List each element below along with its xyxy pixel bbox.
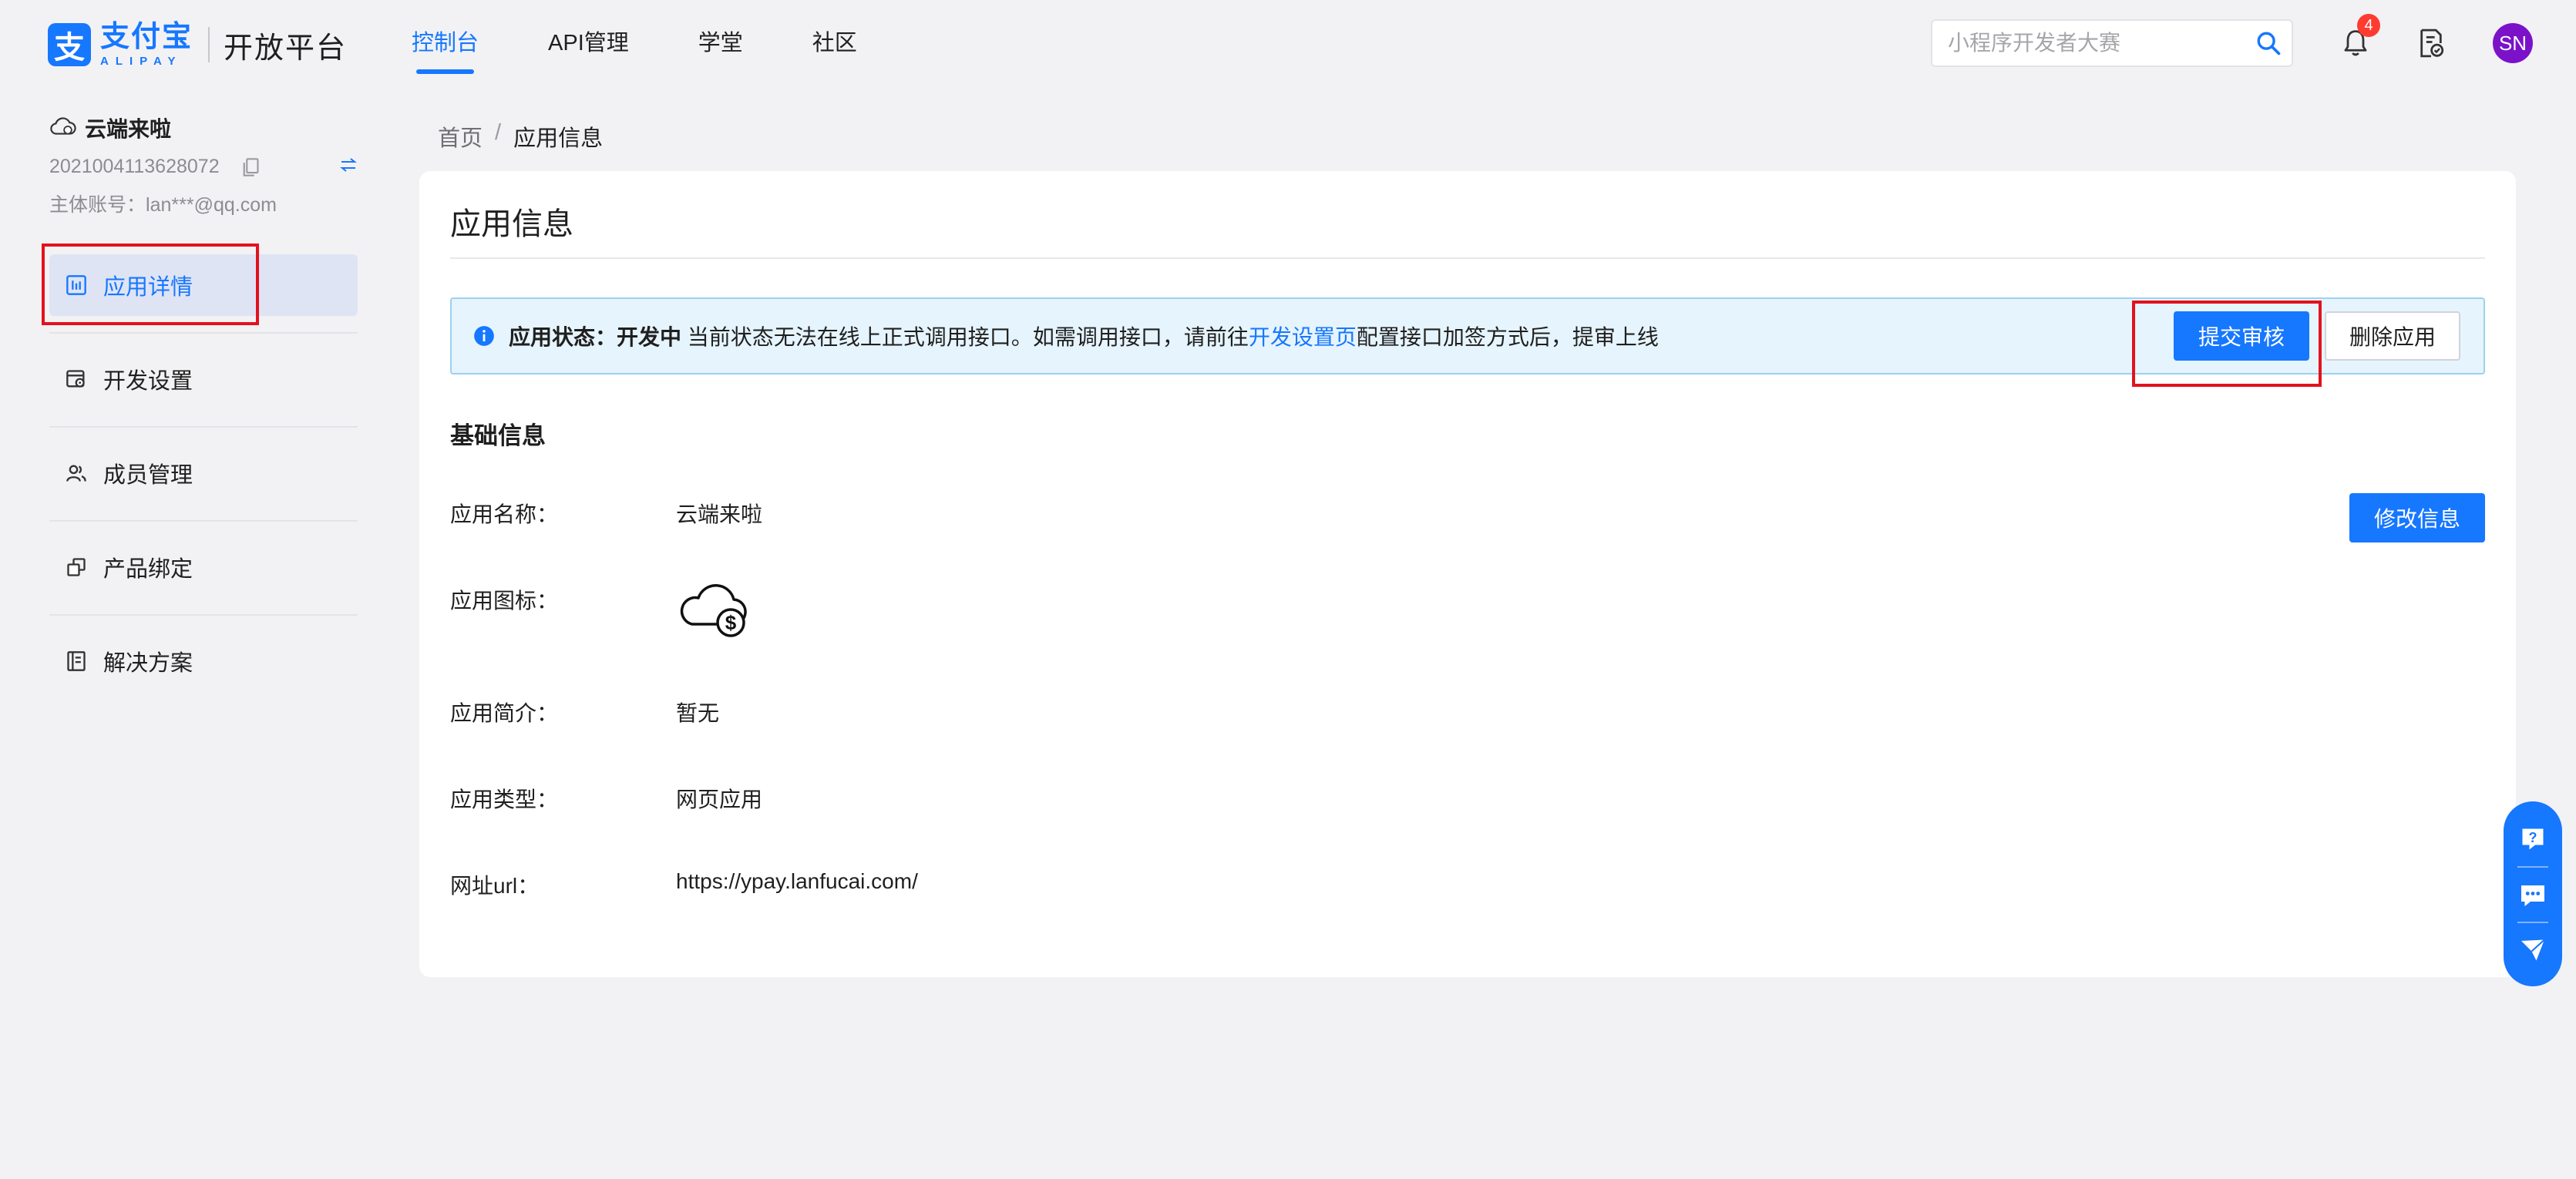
nav-community-label: 社区 <box>812 31 857 55</box>
sidebar-item-label: 解决方案 <box>103 651 193 676</box>
float-divider <box>2517 866 2548 868</box>
breadcrumb-current: 应用信息 <box>513 126 604 151</box>
submit-review-button[interactable]: 提交审核 <box>2174 311 2309 361</box>
float-divider <box>2517 922 2548 923</box>
search-input[interactable] <box>1932 21 2245 66</box>
app-icon-label: 应用图标： <box>450 589 559 613</box>
app-url-value: https://ypay.lanfucai.com/ <box>676 869 918 893</box>
sidebar-item-app-details[interactable]: 应用详情 <box>49 254 358 316</box>
dev-settings-link[interactable]: 开发设置页 <box>1249 325 1357 349</box>
sidebar: 云端来啦 2021004113628072 主体账号：lan***@qq.com… <box>0 86 370 1179</box>
app-header: 云端来啦 <box>49 113 171 143</box>
app-type-label: 应用类型： <box>450 788 559 811</box>
menu-divider <box>49 410 358 442</box>
nav-active-indicator <box>416 69 475 74</box>
nav-academy[interactable]: 学堂 <box>698 0 743 86</box>
page-title: 应用信息 <box>450 207 573 241</box>
help-question-icon[interactable]: ? <box>2514 820 2552 858</box>
menu-divider <box>49 504 358 536</box>
sidebar-item-solutions[interactable]: 解决方案 <box>49 630 358 692</box>
edit-info-button[interactable]: 修改信息 <box>2349 493 2485 542</box>
logo-divider <box>208 27 210 62</box>
title-divider <box>450 257 2485 259</box>
info-icon <box>473 324 496 348</box>
feedback-send-icon[interactable] <box>2514 931 2552 969</box>
sidebar-item-label: 成员管理 <box>103 463 193 488</box>
document-check-icon[interactable] <box>2411 23 2451 63</box>
app-id-row: 2021004113628072 <box>49 156 358 178</box>
nav-api-management[interactable]: API管理 <box>548 0 629 86</box>
svg-text:$: $ <box>725 611 737 634</box>
product-bind-icon <box>65 556 88 579</box>
sidebar-item-product-binding[interactable]: 产品绑定 <box>49 536 358 598</box>
app-account: 主体账号：lan***@qq.com <box>49 190 277 217</box>
solution-icon <box>65 650 88 673</box>
status-value: 开发中 <box>617 325 682 349</box>
nav-api-label: API管理 <box>548 31 629 55</box>
top-bar: 支 支付宝 ALIPAY 开放平台 控制台 API管理 学堂 社区 4 <box>0 0 2576 86</box>
menu-divider <box>49 598 358 630</box>
status-label: 应用状态： <box>509 325 617 349</box>
user-avatar[interactable]: SN <box>2493 23 2533 63</box>
app-name-value: 云端来啦 <box>676 502 763 526</box>
app-name-label: 应用名称： <box>450 502 559 526</box>
floating-help-bar: ? <box>2504 801 2562 986</box>
switch-app-icon[interactable] <box>339 154 361 176</box>
account-label: 主体账号： <box>49 194 146 216</box>
sidebar-menu: 应用详情 开发设置 成员管理 产品绑定 解决方案 <box>49 254 358 692</box>
members-icon <box>65 462 88 485</box>
alipay-logo-mark: 支 <box>48 23 91 66</box>
basic-info-heading: 基础信息 <box>450 422 546 449</box>
search-icon[interactable] <box>2245 20 2292 66</box>
main-nav: 控制台 API管理 学堂 社区 <box>412 0 926 86</box>
sidebar-item-label: 应用详情 <box>103 275 193 300</box>
logo-words: 支付宝 ALIPAY <box>100 22 193 67</box>
logo-cn-text: 支付宝 <box>100 21 193 53</box>
status-alert-text: 应用状态：开发中 当前状态无法在线上正式调用接口。如需调用接口，请前往开发设置页… <box>509 321 1659 351</box>
settings-window-icon <box>65 368 88 391</box>
app-intro-value: 暂无 <box>676 701 720 725</box>
nav-console[interactable]: 控制台 <box>412 0 479 86</box>
app-intro-label: 应用简介： <box>450 701 559 725</box>
nav-console-label: 控制台 <box>412 31 479 55</box>
breadcrumb: 首页 / 应用信息 <box>438 120 603 153</box>
cloud-app-icon <box>49 115 77 142</box>
sidebar-item-dev-settings[interactable]: 开发设置 <box>49 348 358 410</box>
nav-community[interactable]: 社区 <box>812 0 857 86</box>
cloud-dollar-icon: $ <box>677 579 754 641</box>
app-info-card: 应用信息 应用状态：开发中 当前状态无法在线上正式调用接口。如需调用接口，请前往… <box>419 171 2516 977</box>
alipay-logo[interactable]: 支 支付宝 ALIPAY 开放平台 <box>48 22 347 68</box>
app-name: 云端来啦 <box>85 117 172 141</box>
breadcrumb-separator: / <box>495 120 502 145</box>
svg-text:?: ? <box>2529 830 2537 845</box>
platform-name: 开放平台 <box>224 32 348 65</box>
search-box <box>1931 19 2293 67</box>
delete-app-button[interactable]: 删除应用 <box>2325 311 2460 361</box>
notification-badge: 4 <box>2357 14 2380 37</box>
app-id: 2021004113628072 <box>49 156 220 177</box>
chat-icon[interactable] <box>2514 875 2552 914</box>
sidebar-item-members[interactable]: 成员管理 <box>49 442 358 504</box>
copy-icon[interactable] <box>241 156 263 178</box>
sidebar-item-label: 开发设置 <box>103 369 193 394</box>
sidebar-item-label: 产品绑定 <box>103 557 193 582</box>
app-type-value: 网页应用 <box>676 788 763 811</box>
logo-en-text: ALIPAY <box>100 55 183 68</box>
app-url-label: 网址url： <box>450 874 540 898</box>
nav-academy-label: 学堂 <box>698 31 743 55</box>
status-message-after: 配置接口加签方式后，提审上线 <box>1356 325 1659 349</box>
menu-divider <box>49 316 358 348</box>
chart-icon <box>65 274 88 297</box>
status-message-before: 当前状态无法在线上正式调用接口。如需调用接口，请前往 <box>681 325 1249 349</box>
breadcrumb-home[interactable]: 首页 <box>438 120 483 153</box>
account-value: lan***@qq.com <box>146 194 277 216</box>
